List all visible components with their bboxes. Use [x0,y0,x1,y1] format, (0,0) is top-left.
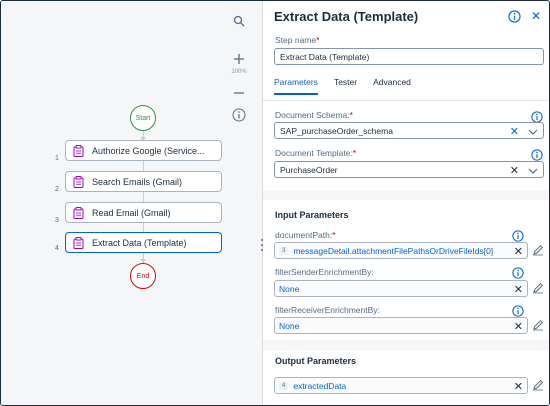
step-label: Authorize Google (Service... [92,145,205,156]
step-name-input[interactable]: Extract Data (Template) [274,48,544,65]
document-schema-label: Document Schema:* [275,110,353,120]
app-frame: 100% Start 1 Authorize Google (Service..… [0,0,550,406]
step-number: 1 [55,155,59,162]
tab-tester[interactable]: Tester [334,77,357,95]
step-name-label: Step name* [275,35,320,45]
search-icon[interactable] [227,9,251,33]
info-icon[interactable] [512,229,524,242]
info-icon[interactable] [508,10,521,23]
connector [143,192,144,202]
clipboard-icon [70,143,86,159]
info-icon[interactable] [531,110,543,123]
filter-receiver-value: None [279,320,300,331]
document-template-value: PurchaseOrder [280,164,338,175]
section-gap [263,190,549,200]
filter-receiver-label: filterReceiverEnrichmentBy: [275,305,380,315]
tab-bar: Parameters Tester Advanced [274,77,427,101]
step-properties-panel: Extract Data (Template) ✕ Step name* Ext… [263,1,549,405]
zoom-level: 100% [231,69,247,75]
output-param-field[interactable]: 4 extractedData ✕ [274,377,528,394]
section-gap [263,340,549,350]
zoom-controls: 100% [224,5,254,105]
info-icon[interactable] [531,148,543,161]
zoom-in-button[interactable] [227,47,251,71]
clipboard-icon [70,174,86,190]
step-label: Read Email (Gmail) [92,207,171,218]
process-canvas[interactable]: 100% Start 1 Authorize Google (Service..… [1,1,262,405]
step-label: Extract Data (Template) [92,237,187,248]
pencil-icon[interactable] [532,379,544,391]
clipboard-icon [70,235,86,251]
connector [143,161,144,171]
zoom-out-button[interactable] [227,81,251,105]
clear-icon[interactable]: ✕ [514,380,523,393]
step-number: 3 [55,217,59,224]
filter-sender-value: None [279,283,300,294]
pencil-icon[interactable] [532,244,544,256]
chevron-down-icon[interactable] [528,128,538,136]
document-path-field[interactable]: 3 messageDetail.attachmentFilePathsOrDri… [274,242,528,259]
tab-parameters[interactable]: Parameters [274,77,318,95]
document-path-value: messageDetail.attachmentFilePathsOrDrive… [293,245,494,256]
filter-sender-label: filterSenderEnrichmentBy: [275,267,374,277]
filter-sender-field[interactable]: None ✕ [274,280,528,297]
info-icon[interactable] [512,304,524,317]
document-template-select[interactable]: PurchaseOrder ✕ [274,161,544,178]
divider [263,100,549,101]
clear-icon[interactable]: ✕ [510,125,519,138]
info-icon[interactable] [512,266,524,279]
step-number: 2 [55,186,59,193]
step-label: Search Emails (Gmail) [92,176,183,187]
document-schema-select[interactable]: SAP_purchaseOrder_schema ✕ [274,122,544,139]
step-reference-badge: 4 [279,381,289,390]
step-search-emails[interactable]: Search Emails (Gmail) [65,171,222,192]
step-read-email[interactable]: Read Email (Gmail) [65,202,222,223]
output-param-value: extractedData [293,380,347,391]
close-icon[interactable]: ✕ [531,9,541,23]
input-parameters-title: Input Parameters [275,210,349,220]
pencil-icon[interactable] [532,319,544,331]
step-authorize-google[interactable]: Authorize Google (Service... [65,140,222,161]
info-icon[interactable] [232,108,246,122]
pencil-icon[interactable] [532,282,544,294]
filter-receiver-field[interactable]: None ✕ [274,317,528,334]
panel-header: Extract Data (Template) ✕ [263,1,549,31]
end-node[interactable]: End [130,263,156,289]
step-number: 4 [55,245,59,252]
document-path-label: documentPath:* [275,230,336,240]
tab-advanced[interactable]: Advanced [373,77,411,95]
step-extract-data[interactable]: Extract Data (Template) [65,232,222,253]
clear-icon[interactable]: ✕ [514,320,523,333]
document-schema-value: SAP_purchaseOrder_schema [280,125,393,136]
output-parameters-title: Output Parameters [275,356,357,366]
chevron-down-icon[interactable] [528,167,538,175]
clear-icon[interactable]: ✕ [514,245,523,258]
clear-icon[interactable]: ✕ [510,164,519,177]
document-template-label: Document Template:* [275,148,357,158]
step-reference-badge: 3 [279,246,289,255]
start-node[interactable]: Start [130,105,156,131]
clear-icon[interactable]: ✕ [514,283,523,296]
panel-title: Extract Data (Template) [274,9,419,24]
clipboard-icon [70,205,86,221]
